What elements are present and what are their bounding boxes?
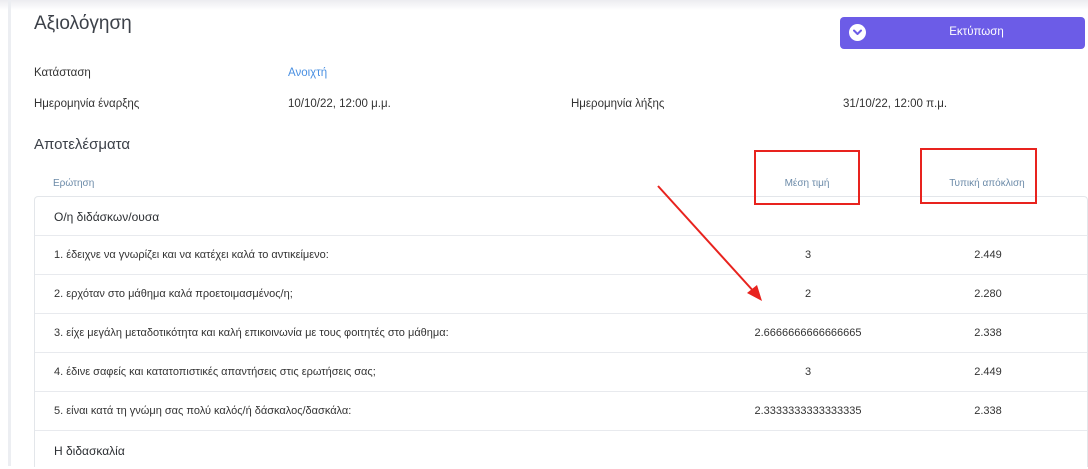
annotation-arrow-icon (657, 185, 762, 301)
